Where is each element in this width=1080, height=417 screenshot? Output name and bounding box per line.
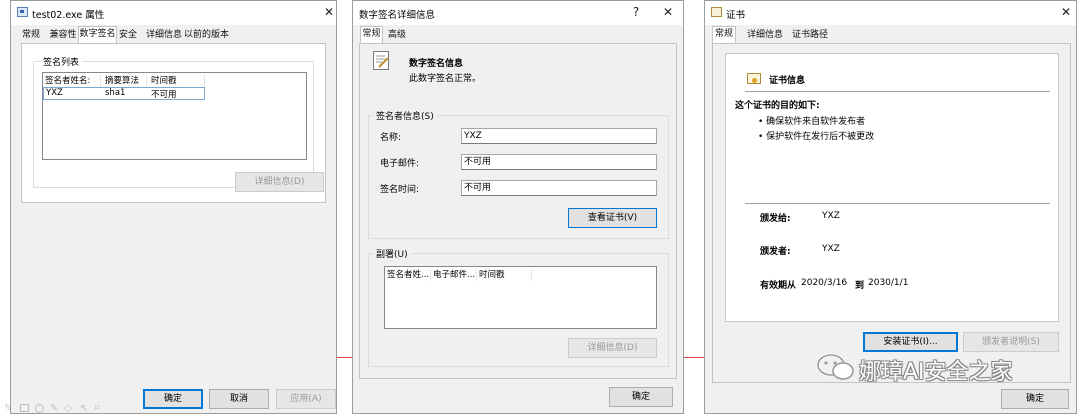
column-signer-name[interactable]: 签名者姓名: (43, 75, 101, 87)
shape-icon[interactable] (20, 404, 29, 412)
tab-content: 证书信息 这个证书的目的如下: • 确保软件来自软件发布者 • 保护软件在发行后… (712, 43, 1071, 383)
cell-digest: sha1 (105, 88, 126, 98)
close-icon[interactable]: ✕ (659, 4, 677, 20)
tab-content: 数字签名信息 此数字签名正常。 签名者信息(S) 名称: YXZ 电子邮件: 不… (359, 43, 677, 379)
cell-signer: YXZ (46, 88, 63, 98)
issued-to-label: 颁发给: (760, 214, 791, 224)
issued-by-label: 颁发者: (760, 247, 791, 257)
install-certificate-button[interactable]: 安装证书(I)... (863, 332, 958, 352)
signing-time-field[interactable]: 不可用 (461, 180, 657, 196)
issued-by-value: YXZ (822, 244, 840, 254)
tab-certification-path[interactable]: 证书路径 (790, 28, 830, 43)
window-title: 数字签名详细信息 (359, 10, 436, 21)
purpose-item: • 保护软件在发行后不被更改 (758, 132, 875, 142)
group-label: 签名列表 (40, 55, 83, 68)
column-email[interactable]: 电子邮件... (431, 269, 477, 281)
ok-button[interactable]: 确定 (609, 387, 673, 407)
valid-to-value: 2030/1/1 (868, 278, 909, 288)
column-timestamp[interactable]: 时间戳 (149, 75, 205, 87)
wechat-logo-icon (816, 353, 854, 380)
apply-button[interactable]: 应用(A) (276, 389, 336, 409)
tab-general[interactable]: 常规 (19, 28, 43, 43)
cell-timestamp: 不可用 (151, 90, 177, 100)
view-certificate-button[interactable]: 查看证书(V) (568, 208, 657, 228)
signing-time-label: 签名时间: (380, 185, 420, 195)
tab-bar: 常规 详细信息 证书路径 (705, 25, 1076, 43)
email-label: 电子邮件: (380, 159, 420, 169)
divider (745, 91, 1050, 92)
column-signer-name[interactable]: 签名者姓... (385, 269, 431, 281)
table-row[interactable]: YXZ sha1 不可用 (43, 87, 205, 100)
tab-compatibility[interactable]: 兼容性 (48, 28, 78, 43)
signature-details-window: 数字签名详细信息 ? ✕ 常规 高级 数字签名信息 此数字签名正常。 签名者信息… (352, 0, 684, 414)
tab-previous-versions[interactable]: 以前的版本 (184, 28, 229, 43)
tab-bar: 常规 高级 (353, 25, 683, 43)
email-field[interactable]: 不可用 (461, 154, 657, 170)
tab-content: 签名列表 签名者姓名: 摘要算法 时间戳 YXZ sha1 不可用 详细信息(D… (21, 43, 326, 203)
watermark: 娜璋AI安全之家 (815, 352, 1055, 386)
countersignatures-group: 副署(U) 签名者姓... 电子邮件... 时间戳 详细信息(D) (368, 247, 669, 367)
tab-advanced[interactable]: 高级 (386, 28, 408, 43)
issuer-statement-button[interactable]: 颁发者说明(S) (963, 332, 1059, 352)
title-bar: 数字签名详细信息 ? ✕ (353, 1, 683, 25)
cancel-button[interactable]: 取消 (209, 389, 269, 409)
tab-details[interactable]: 详细信息 (746, 28, 784, 43)
signer-info-group: 签名者信息(S) 名称: YXZ 电子邮件: 不可用 签名时间: 不可用 查看证… (368, 109, 669, 239)
title-bar: test02.exe 属性 ✕ (11, 1, 336, 25)
tab-general[interactable]: 常规 (712, 26, 736, 43)
certificate-info-heading: 证书信息 (769, 76, 806, 86)
circle-icon[interactable] (35, 404, 44, 413)
tab-security[interactable]: 安全 (117, 28, 139, 43)
window-title: test02.exe 属性 (32, 10, 105, 21)
tab-details[interactable]: 详细信息 (146, 28, 182, 43)
title-bar: 证书 ✕ (705, 1, 1076, 25)
certificate-info-icon (747, 73, 761, 84)
valid-from-value: 2020/3/16 (801, 278, 848, 288)
column-timestamp[interactable]: 时间戳 (477, 269, 532, 281)
info-status-text: 此数字签名正常。 (409, 74, 482, 84)
pen-icon[interactable]: ✎ (4, 403, 12, 414)
certificate-icon (711, 7, 722, 17)
help-icon[interactable]: ? (627, 4, 645, 20)
crop-icon[interactable]: ⌗ (94, 403, 100, 414)
ok-button[interactable]: 确定 (143, 389, 203, 409)
info-heading: 数字签名信息 (409, 59, 464, 69)
certificate-panel: 证书信息 这个证书的目的如下: • 确保软件来自软件发布者 • 保护软件在发行后… (725, 53, 1059, 322)
close-icon[interactable]: ✕ (320, 4, 336, 20)
connector-line (684, 357, 704, 358)
tab-bar: 常规 兼容性 数字签名 安全 详细信息 以前的版本 (11, 25, 336, 43)
watermark-text: 娜璋AI安全之家 (859, 360, 1013, 385)
arrow-icon[interactable]: ↖ (80, 403, 88, 414)
group-label: 签名者信息(S) (373, 109, 437, 122)
validity-label: 有效期从 (760, 281, 797, 291)
ok-button[interactable]: 确定 (1001, 389, 1069, 409)
window-title: 证书 (726, 10, 746, 21)
signer-group-label: 签名者信息(S) (376, 112, 434, 122)
name-field[interactable]: YXZ (461, 128, 657, 144)
issued-to-value: YXZ (822, 211, 840, 221)
marker-icon[interactable]: ◇ (64, 403, 72, 414)
name-label: 名称: (380, 133, 402, 143)
brush-icon[interactable]: ✎ (50, 403, 58, 414)
countersig-group-label: 副署(U) (376, 250, 408, 260)
countersig-details-button[interactable]: 详细信息(D) (568, 338, 657, 358)
tab-general[interactable]: 常规 (360, 26, 383, 43)
column-digest-algorithm[interactable]: 摘要算法 (103, 75, 147, 87)
group-label: 副署(U) (373, 247, 411, 260)
signature-list[interactable]: 签名者姓名: 摘要算法 时间戳 YXZ sha1 不可用 (42, 72, 307, 160)
signature-doc-icon (373, 51, 389, 70)
purpose-heading: 这个证书的目的如下: (735, 101, 820, 111)
details-button[interactable]: 详细信息(D) (235, 172, 324, 192)
signature-list-group: 签名列表 签名者姓名: 摘要算法 时间戳 YXZ sha1 不可用 (33, 55, 314, 188)
properties-window: test02.exe 属性 ✕ 常规 兼容性 数字签名 安全 详细信息 以前的版… (10, 0, 337, 414)
bottom-toolbar: ✎ ✎ ◇ ↖ ⌗ (2, 401, 112, 415)
close-icon[interactable]: ✕ (1057, 4, 1075, 20)
tab-digital-signatures[interactable]: 数字签名 (78, 26, 117, 43)
connector-line (336, 357, 352, 358)
countersignature-list[interactable]: 签名者姓... 电子邮件... 时间戳 (384, 266, 657, 329)
purpose-item: • 确保软件来自软件发布者 (758, 117, 866, 127)
to-label: 到 (855, 281, 865, 291)
exe-icon (17, 7, 28, 17)
divider (745, 203, 1050, 204)
